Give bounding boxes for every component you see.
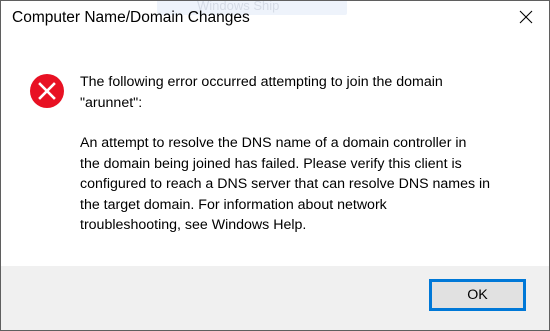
error-message: The following error occurred attempting … xyxy=(80,72,535,236)
error-body-line: the target domain. For information about… xyxy=(80,196,387,213)
close-button[interactable] xyxy=(503,1,549,33)
error-body-line: the domain being joined has failed. Plea… xyxy=(80,155,462,172)
error-heading-line: "arunnet": xyxy=(80,94,143,111)
close-icon xyxy=(519,10,533,24)
error-body-line: configured to reach a DNS server that ca… xyxy=(80,176,491,192)
ok-button[interactable]: OK xyxy=(429,279,526,311)
error-body-line: An attempt to resolve the DNS name of a … xyxy=(80,135,467,151)
error-dialog: Windows Ship Computer Name/Domain Change… xyxy=(0,0,550,331)
error-body-line: troubleshooting, see Windows Help. xyxy=(80,217,307,233)
ok-button-label: OK xyxy=(467,287,488,303)
dialog-title: Computer Name/Domain Changes xyxy=(12,9,250,26)
error-heading-line: The following error occurred attempting … xyxy=(80,74,443,90)
error-icon xyxy=(30,74,64,108)
dialog-footer: OK xyxy=(1,266,549,330)
